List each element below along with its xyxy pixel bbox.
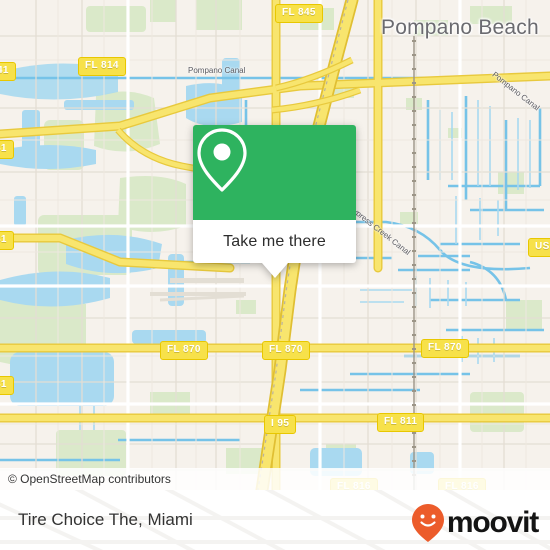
moovit-wordmark: moovit	[446, 506, 539, 539]
road-shield-441-b[interactable]: 441	[0, 140, 14, 159]
popup-action-label: Take me there	[223, 232, 326, 250]
road-shield-441-a[interactable]: 441	[0, 62, 16, 81]
map-canvas[interactable]: Pompano Beach Pompano Canal Pompano Cana…	[0, 0, 550, 490]
destination-popup[interactable]: Take me there	[193, 125, 356, 278]
moovit-pin-smiley-icon	[411, 504, 444, 542]
map-attribution-bar: © OpenStreetMap contributors	[0, 468, 550, 490]
map-attribution-text: © OpenStreetMap contributors	[8, 472, 171, 486]
road-shield-fl-870-c[interactable]: FL 870	[421, 339, 469, 358]
road-shield-441-d[interactable]: 441	[0, 376, 14, 395]
popup-icon-area	[193, 125, 356, 220]
road-shield-fl-870-a[interactable]: FL 870	[160, 341, 208, 360]
road-shield-fl-814[interactable]: FL 814	[78, 57, 126, 76]
popup-action-button[interactable]: Take me there	[193, 220, 356, 263]
footer-bar: Tire Choice The, Miami moovit	[0, 490, 550, 550]
map-pin-icon	[197, 128, 247, 192]
moovit-logo[interactable]: moovit	[411, 503, 539, 543]
place-name-label: Tire Choice The, Miami	[18, 510, 193, 529]
road-shield-i-95[interactable]: I 95	[264, 415, 297, 434]
road-shield-us-1[interactable]: US 1	[528, 238, 550, 257]
road-shield-fl-870-b[interactable]: FL 870	[262, 341, 310, 360]
popup-tail	[261, 263, 288, 278]
road-shield-fl-811[interactable]: FL 811	[377, 413, 425, 432]
road-shield-441-c[interactable]: 441	[0, 231, 14, 250]
road-shield-fl-845[interactable]: FL 845	[275, 4, 323, 23]
map-screenshot: Pompano Beach Pompano Canal Pompano Cana…	[0, 0, 550, 550]
